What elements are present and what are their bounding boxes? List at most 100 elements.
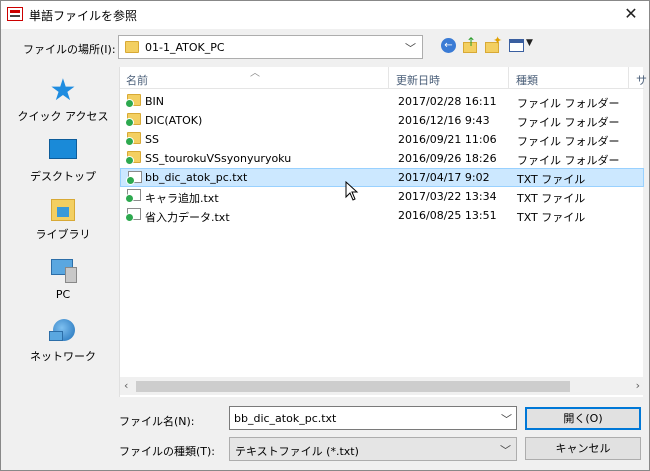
file-name: BIN	[145, 95, 165, 108]
column-header-row: ︿ 名前 更新日時 種類 サ	[120, 67, 647, 89]
horizontal-scrollbar[interactable]: ‹ ›	[120, 377, 644, 395]
folder-icon	[125, 41, 139, 53]
network-icon	[47, 317, 79, 345]
filetype-label: ファイルの種類(T):	[119, 445, 216, 458]
file-type: ファイル フォルダー	[517, 135, 620, 148]
column-header-size[interactable]: サ	[636, 72, 647, 88]
file-name: DIC(ATOK)	[145, 114, 203, 127]
location-value: 01-1_ATOK_PC	[145, 41, 225, 54]
sync-check-icon	[125, 156, 134, 165]
open-button[interactable]: 開く(O)	[525, 407, 641, 430]
cancel-button[interactable]: キャンセル	[525, 437, 641, 460]
file-date: 2017/03/22 13:34	[398, 190, 497, 203]
sync-check-icon	[125, 194, 134, 203]
file-row[interactable]: SS 2016/09/21 11:06 ファイル フォルダー	[120, 130, 644, 149]
filename-label: ファイル名(N):	[119, 415, 195, 428]
filetype-select[interactable]: テキストファイル (*.txt) ﹀	[229, 437, 517, 461]
folder-icon	[125, 113, 141, 127]
text-file-icon	[126, 171, 142, 185]
sync-check-icon	[125, 99, 134, 108]
up-arrow-icon: ↑	[466, 35, 477, 49]
chevron-down-icon[interactable]: ﹀	[501, 411, 512, 427]
file-type: TXT ファイル	[517, 192, 586, 205]
quick-access-star-icon: ★	[49, 73, 77, 108]
sync-check-icon	[125, 118, 134, 127]
filetype-value: テキストファイル (*.txt)	[235, 445, 359, 458]
nav-item-label: デスクトップ	[30, 170, 96, 183]
file-date: 2016/12/16 9:43	[398, 114, 490, 127]
file-name: SS_tourokuVSsyonyuryoku	[145, 152, 292, 165]
nav-item-pc[interactable]: PC	[13, 257, 113, 301]
file-row[interactable]: キャラ追加.txt 2017/03/22 13:34 TXT ファイル	[120, 187, 644, 206]
close-icon: ✕	[624, 4, 638, 23]
back-button[interactable]: ←	[439, 37, 459, 55]
pc-icon	[47, 257, 79, 285]
file-date: 2017/04/17 9:02	[398, 171, 490, 184]
back-arrow-icon: ←	[441, 38, 456, 53]
app-icon	[7, 7, 23, 21]
file-name: bb_dic_atok_pc.txt	[145, 171, 248, 184]
text-file-icon	[125, 208, 141, 222]
nav-item-library[interactable]: ライブラリ	[13, 195, 113, 242]
file-date: 2016/09/21 11:06	[398, 133, 497, 146]
new-folder-button[interactable]: ✦	[483, 34, 503, 55]
scroll-left-icon[interactable]: ‹	[124, 379, 128, 392]
column-divider[interactable]	[628, 67, 629, 89]
file-type: TXT ファイル	[517, 173, 586, 186]
file-type: ファイル フォルダー	[517, 154, 620, 167]
window-title: 単語ファイルを参照	[29, 9, 138, 23]
sync-check-icon	[125, 137, 134, 146]
column-header-date[interactable]: 更新日時	[396, 72, 440, 88]
sparkle-icon: ✦	[493, 34, 503, 47]
file-date: 2016/09/26 18:26	[398, 152, 497, 165]
library-icon	[47, 195, 79, 223]
file-open-dialog: 単語ファイルを参照 ✕ ファイルの場所(I): 01-1_ATOK_PC ﹀ ←…	[0, 0, 650, 471]
folder-icon	[125, 151, 141, 165]
nav-item-label: PC	[55, 288, 71, 301]
file-name: 省入力データ.txt	[145, 211, 230, 224]
file-row[interactable]: DIC(ATOK) 2016/12/16 9:43 ファイル フォルダー	[120, 111, 644, 130]
column-divider[interactable]	[508, 67, 509, 89]
dropdown-arrow-icon: ▼	[526, 38, 533, 48]
nav-item-quick-access[interactable]: ★ クイック アクセス	[13, 73, 113, 124]
column-divider[interactable]	[388, 67, 389, 89]
view-grid-icon	[509, 39, 524, 52]
nav-item-label: ライブラリ	[35, 228, 91, 241]
up-folder-button[interactable]: ↑	[461, 35, 481, 55]
nav-item-label: クイック アクセス	[17, 110, 109, 123]
file-name: SS	[145, 133, 159, 146]
column-header-type[interactable]: 種類	[516, 72, 538, 88]
folder-icon	[125, 94, 141, 108]
chevron-down-icon[interactable]: ﹀	[405, 40, 416, 56]
file-row[interactable]: SS_tourokuVSsyonyuryoku 2016/09/26 18:26…	[120, 149, 644, 168]
view-menu-button[interactable]: ▼	[507, 37, 535, 55]
nav-item-network[interactable]: ネットワーク	[13, 317, 113, 364]
file-date: 2016/08/25 13:51	[398, 209, 497, 222]
navigation-pane: ★ クイック アクセス デスクトップ ライブラリ PC ネットワーク	[13, 67, 113, 397]
file-type: ファイル フォルダー	[517, 116, 620, 129]
file-name: キャラ追加.txt	[145, 192, 219, 205]
chevron-down-icon: ﹀	[500, 444, 511, 457]
file-list[interactable]: ︿ 名前 更新日時 種類 サ BIN 2017/02/28 16:11 ファイル…	[119, 67, 647, 397]
file-type: ファイル フォルダー	[517, 97, 620, 110]
title-bar: 単語ファイルを参照 ✕	[1, 1, 649, 29]
file-row[interactable]: 省入力データ.txt 2016/08/25 13:51 TXT ファイル	[120, 206, 644, 225]
nav-item-desktop[interactable]: デスクトップ	[13, 137, 113, 184]
scrollbar-thumb[interactable]	[136, 381, 570, 392]
file-date: 2017/02/28 16:11	[398, 95, 497, 108]
file-row-selected[interactable]: bb_dic_atok_pc.txt 2017/04/17 9:02 TXT フ…	[120, 168, 644, 187]
sync-check-icon	[125, 213, 134, 222]
scroll-right-icon[interactable]: ›	[636, 379, 640, 392]
location-combo[interactable]: 01-1_ATOK_PC ﹀	[118, 35, 423, 59]
sync-check-icon	[126, 176, 135, 185]
file-type: TXT ファイル	[517, 211, 586, 224]
close-button[interactable]: ✕	[617, 3, 645, 27]
mouse-cursor-icon	[345, 181, 359, 201]
sort-ascending-icon: ︿	[250, 68, 260, 79]
location-label: ファイルの場所(I):	[23, 43, 116, 56]
nav-item-label: ネットワーク	[30, 350, 96, 363]
desktop-icon	[47, 137, 79, 165]
column-header-name[interactable]: 名前	[126, 72, 148, 88]
file-row[interactable]: BIN 2017/02/28 16:11 ファイル フォルダー	[120, 92, 644, 111]
filename-input[interactable]	[229, 406, 517, 430]
